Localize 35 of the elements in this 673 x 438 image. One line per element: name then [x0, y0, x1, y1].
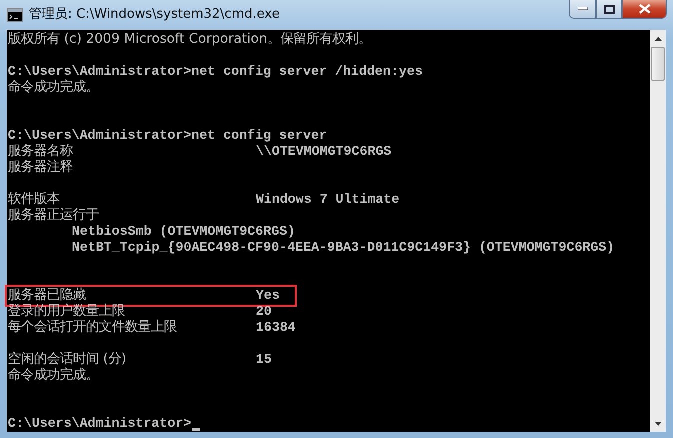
close-button[interactable]: [622, 0, 667, 19]
setting-value: Windows 7 Ultimate: [256, 192, 400, 208]
console-line: C:\Users\Administrator>net config server: [8, 128, 328, 144]
console-line: 命令成功完成。: [8, 80, 99, 96]
setting-value: 15: [256, 352, 272, 368]
text-cursor: [192, 428, 200, 431]
console-line: 服务器正运行于: [8, 208, 99, 224]
scrollbar[interactable]: [650, 30, 666, 432]
maximize-button[interactable]: [596, 0, 622, 19]
close-icon: [638, 4, 650, 14]
minimize-icon: [578, 7, 588, 11]
console-icon: [7, 8, 23, 22]
console-line: 版权所有 (c) 2009 Microsoft Corporation。保留所有权利。: [8, 32, 372, 48]
setting-label: 服务器名称: [8, 144, 74, 160]
console-line: NetBT_Tcpip_{90AEC498-CF90-4EEA-9BA3-D011C9C149F3} (OTEVMOMGT9C6RGS): [72, 240, 615, 256]
setting-label: 每个会话打开的文件数量上限: [8, 320, 178, 336]
setting-value: 20: [256, 304, 272, 320]
console-line: 命令成功完成。: [8, 368, 99, 384]
setting-label: 空闲的会话时间 (分): [8, 352, 128, 368]
window-title: 管理员: C:\Windows\system32\cmd.exe: [29, 6, 280, 24]
setting-value: 16384: [256, 320, 296, 336]
minimize-button[interactable]: [569, 0, 596, 19]
down-arrow-icon[interactable]: [654, 422, 662, 426]
scrollbar-thumb[interactable]: [651, 47, 665, 81]
up-arrow-icon[interactable]: [654, 36, 662, 40]
maximize-icon: [604, 4, 614, 14]
console-line: 服务器注释: [8, 160, 73, 176]
setting-value: Yes: [256, 288, 280, 304]
setting-label: 服务器已隐藏: [8, 288, 87, 304]
setting-value: \\OTEVMOMGT9C6RGS: [256, 144, 392, 160]
setting-label: 软件版本: [8, 192, 61, 208]
console-line: NetbiosSmb (OTEVMOMGT9C6RGS): [72, 224, 296, 240]
setting-label: 登录的用户数量上限: [8, 304, 126, 320]
console-line: C:\Users\Administrator>net config server /hidden:yes: [8, 64, 423, 80]
command-prompt: C:\Users\Administrator>: [8, 416, 192, 432]
